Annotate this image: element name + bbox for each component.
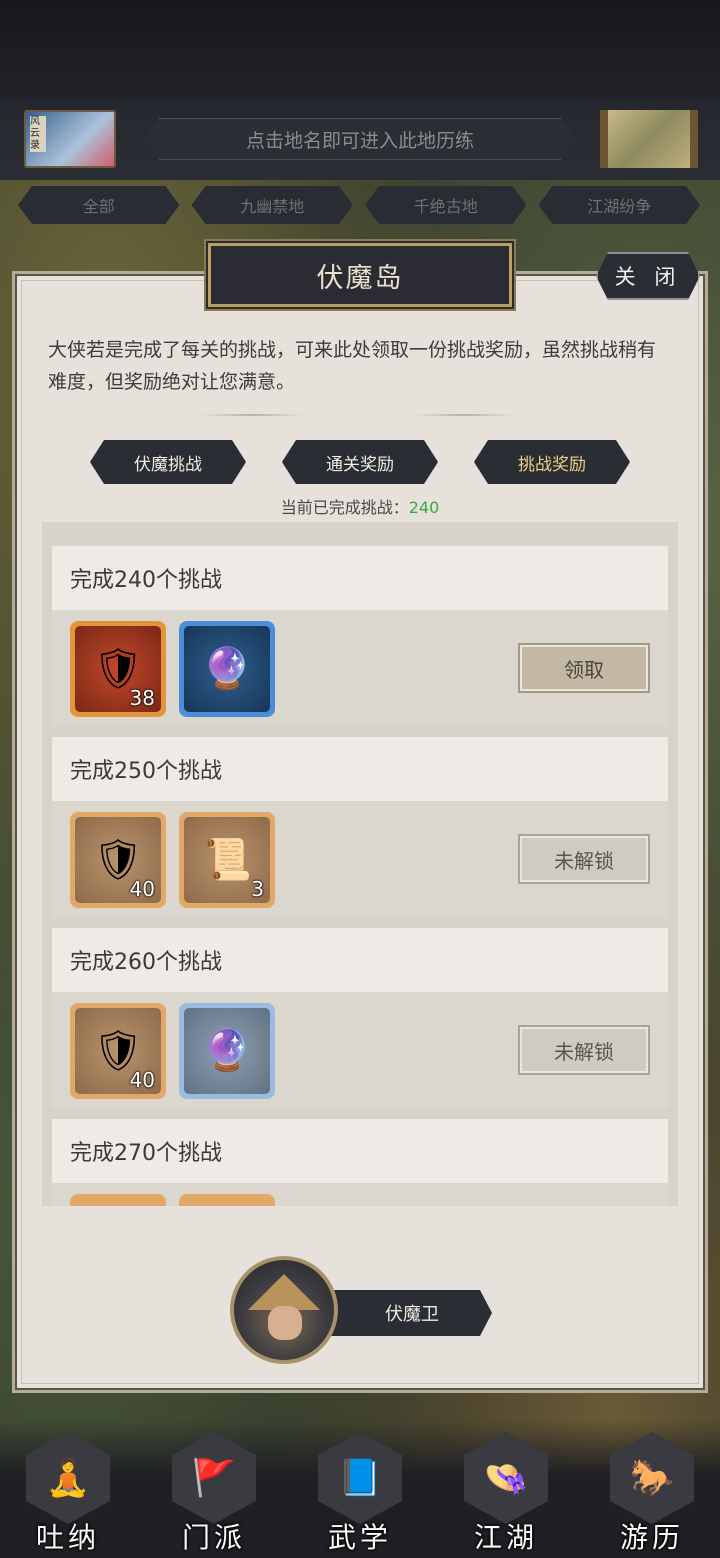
shield-badge-icon: 🛡 38	[75, 626, 161, 712]
shield-badge-icon: 🛡 40	[75, 817, 161, 903]
top-bar-background	[0, 0, 720, 110]
reward-card: 完成250个挑战 🛡 40 📜 3 未解锁	[52, 737, 668, 917]
nav-item-youli[interactable]: 🐎 游历	[602, 1432, 702, 1554]
nav-label: 门派	[181, 1521, 246, 1554]
item-count: 40	[129, 1068, 155, 1092]
map-tab-all[interactable]: 全部	[18, 186, 180, 224]
item-count: 3	[251, 877, 264, 901]
locked-button[interactable]: 未解锁	[518, 834, 650, 884]
tab-clear-reward[interactable]: 通关奖励	[282, 440, 438, 484]
bottom-nav: 🧘 吐纳 🚩 门派 📘 武学 👒 江湖 🐎 游历	[0, 1420, 720, 1558]
scroll-icon: 📜 3	[184, 817, 270, 903]
reward-card: 完成270个挑战	[52, 1119, 668, 1206]
nav-label: 武学	[327, 1521, 392, 1554]
reward-title: 完成270个挑战	[52, 1119, 668, 1183]
claim-button[interactable]: 领取	[518, 643, 650, 693]
reward-body	[52, 1183, 668, 1206]
nav-label: 江湖	[473, 1521, 538, 1554]
npc-avatar[interactable]	[230, 1256, 338, 1364]
item-count: 40	[129, 877, 155, 901]
item-count: 38	[129, 686, 155, 710]
tab-fumo-challenge[interactable]: 伏魔挑战	[90, 440, 246, 484]
reward-item-slot[interactable]: 🛡 38	[70, 621, 166, 717]
reward-body: 🛡 38 🔮 领取	[52, 610, 668, 726]
book-icon: 📘	[318, 1432, 402, 1524]
reward-title: 完成240个挑战	[52, 546, 668, 610]
nav-item-tuna[interactable]: 🧘 吐纳	[18, 1432, 118, 1554]
horse-icon: 🐎	[610, 1432, 694, 1524]
dialog-title: 伏魔岛	[208, 243, 512, 307]
reward-item-slot[interactable]: 📜 3	[179, 812, 275, 908]
reward-item-slot[interactable]	[70, 1194, 166, 1206]
reward-list[interactable]: 完成240个挑战 🛡 38 🔮 领取 完成250个挑战 🛡 40 📜 3 未解锁…	[42, 522, 678, 1206]
reward-body: 🛡 40 🔮 未解锁	[52, 992, 668, 1108]
straw-hat-icon	[248, 1274, 320, 1310]
tab-challenge-reward[interactable]: 挑战奖励	[474, 440, 630, 484]
scroll-label: 风云录	[30, 116, 46, 152]
sect-flag-icon: 🚩	[172, 1432, 256, 1524]
nav-label: 游历	[619, 1521, 684, 1554]
reward-body: 🛡 40 📜 3 未解锁	[52, 801, 668, 917]
map-tab-qianjue[interactable]: 千绝古地	[365, 186, 527, 224]
nav-label: 吐纳	[35, 1521, 100, 1554]
map-tab-jiuyou[interactable]: 九幽禁地	[192, 186, 354, 224]
reward-item-slot[interactable]: 🔮	[179, 1003, 275, 1099]
npc-face	[268, 1306, 302, 1340]
reward-title: 完成260个挑战	[52, 928, 668, 992]
reward-item-slot[interactable]: 🛡 40	[70, 812, 166, 908]
divider-left	[200, 414, 304, 416]
progress-line: 当前已完成挑战：240	[0, 494, 720, 518]
close-button[interactable]: 关 闭	[596, 252, 700, 300]
progress-value: 240	[408, 498, 440, 517]
reward-card: 完成240个挑战 🛡 38 🔮 领取	[52, 546, 668, 726]
map-tab-jianghu[interactable]: 江湖纷争	[539, 186, 701, 224]
shield-badge-icon: 🛡 40	[75, 1008, 161, 1094]
reward-item-slot[interactable]: 🔮	[179, 621, 275, 717]
nav-item-wuxue[interactable]: 📘 武学	[310, 1432, 410, 1554]
dialog-tabs: 伏魔挑战 通关奖励 挑战奖励	[90, 440, 630, 486]
world-map-scroll-button[interactable]	[600, 110, 698, 168]
reward-card: 完成260个挑战 🛡 40 🔮 未解锁	[52, 928, 668, 1108]
map-hint-bar: 点击地名即可进入此地历练	[145, 118, 575, 160]
nav-item-menpai[interactable]: 🚩 门派	[164, 1432, 264, 1554]
npc-name: 伏魔卫	[320, 1290, 492, 1336]
straw-hat-icon: 👒	[464, 1432, 548, 1524]
dialog-description: 大侠若是完成了每关的挑战，可来此处领取一份挑战奖励，虽然挑战稍有难度，但奖励绝对…	[48, 339, 657, 393]
reward-item-slot[interactable]: 🛡 40	[70, 1003, 166, 1099]
nav-item-jianghu[interactable]: 👒 江湖	[456, 1432, 556, 1554]
orb-pedestal-icon: 🔮	[184, 1008, 270, 1094]
meditation-icon: 🧘	[26, 1432, 110, 1524]
reward-item-slot[interactable]	[179, 1194, 275, 1206]
locked-button[interactable]: 未解锁	[518, 1025, 650, 1075]
scroll-painting-button[interactable]: 风云录	[24, 110, 116, 168]
map-category-tabs: 全部 九幽禁地 千绝古地 江湖纷争	[18, 186, 700, 226]
progress-label: 当前已完成挑战：	[280, 498, 409, 517]
reward-title: 完成250个挑战	[52, 737, 668, 801]
divider-right	[412, 414, 516, 416]
orb-pedestal-icon: 🔮	[184, 626, 270, 712]
